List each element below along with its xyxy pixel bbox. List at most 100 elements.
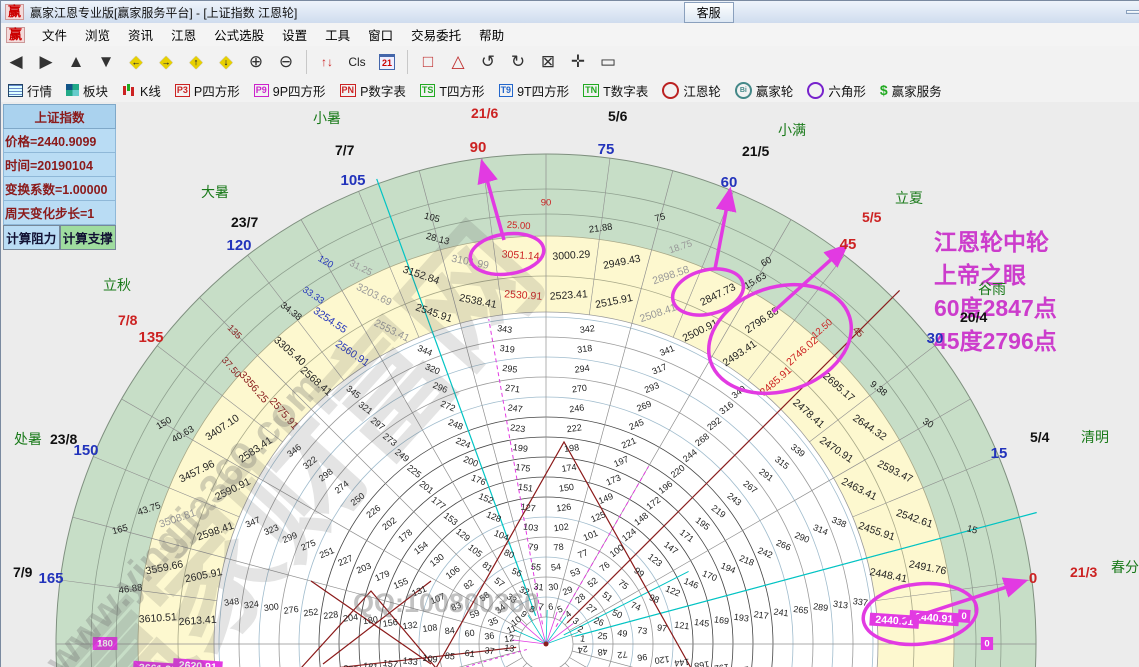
sectors-icon	[66, 84, 80, 96]
partial-right-button[interactable]	[1126, 10, 1139, 14]
zoom-out-icon[interactable]: ⊖	[272, 49, 300, 75]
cls-button[interactable]: Cls	[343, 49, 371, 75]
zoom-in-icon[interactable]: ⊕	[242, 49, 270, 75]
svg-text:228: 228	[323, 609, 339, 621]
solar-term: 大暑	[201, 184, 229, 200]
customer-service-button[interactable]: 客服	[683, 1, 734, 23]
svg-text:313: 313	[832, 599, 848, 611]
app-window: { "window": { "title": "赢家江恩专业版[赢家服务平台] …	[0, 0, 1139, 667]
menu-item-8[interactable]: 交易委托	[402, 23, 470, 46]
view-button-9t-square[interactable]: T9 9T四方形	[496, 80, 573, 101]
whiteboard-icon[interactable]: ▭	[594, 49, 622, 75]
outer-date: 7/8	[118, 312, 138, 328]
gann-wheel-chart[interactable]: 1 2 3 4 5 6 7 8 9 10 11 12 13 24 25 26 27 28 29 30 31 32 33 34 3…	[1, 102, 1139, 667]
svg-text:271: 271	[504, 383, 520, 395]
view-button-p-square[interactable]: P3 P四方形	[172, 80, 243, 101]
menu-item-9[interactable]: 帮助	[470, 23, 513, 46]
pan-up-icon[interactable]: ◆ ↑	[182, 49, 210, 75]
up-arrow-icon[interactable]: ▲	[62, 49, 90, 75]
solar-term: 春分	[1111, 559, 1139, 575]
view-button-winner-wheel[interactable]: Bi 赢家轮	[732, 80, 797, 101]
view-button-t-square[interactable]: TS T四方形	[417, 80, 488, 101]
menu-item-4[interactable]: 公式选股	[205, 23, 273, 46]
calendar-icon[interactable]: 21	[373, 49, 401, 75]
view-button-gann-wheel[interactable]: 江恩轮	[659, 80, 724, 101]
svg-text:222: 222	[566, 422, 582, 434]
panel-button-0[interactable]: 计算阻力	[3, 225, 60, 250]
svg-text:3000.29: 3000.29	[552, 248, 591, 262]
svg-text:241: 241	[773, 607, 789, 619]
solar-term: 谷雨	[978, 281, 1006, 297]
winner-wheel-label: 赢家轮	[755, 84, 794, 99]
view-button-t-table[interactable]: TN T数字表	[580, 80, 651, 101]
outer-date: 5/4	[1030, 429, 1050, 445]
toolbar-views: 行情 板块 K线 P3 P四方形 P9 9P四方形 PN P数字表 TS T四方形 T9 9T四方形 TN…	[1, 78, 1139, 103]
view-button-9p-square[interactable]: P9 9P四方形	[251, 80, 329, 101]
svg-text:145: 145	[694, 617, 710, 629]
svg-text:294: 294	[574, 363, 590, 375]
outer-date: 21/3	[1070, 564, 1097, 580]
pan-down-icon[interactable]: ◆ ↓	[212, 49, 240, 75]
svg-text:96: 96	[637, 652, 648, 663]
view-button-quotes[interactable]: 行情	[5, 80, 55, 101]
svg-text:30: 30	[548, 581, 559, 592]
menu-item-7[interactable]: 窗口	[359, 23, 402, 46]
outer-date: 23/7	[231, 214, 258, 230]
outer-date: 5/5	[862, 209, 882, 225]
expand-icon[interactable]: ✛	[564, 49, 592, 75]
gann-wheel-svg: 12345678910111213 24252627282930313233343…	[13, 105, 1139, 667]
svg-text:270: 270	[571, 383, 587, 395]
prev-arrow-icon[interactable]: ◀	[2, 49, 30, 75]
svg-text:54: 54	[550, 561, 561, 572]
svg-text:174: 174	[561, 462, 577, 474]
outer-date: 7/7	[335, 142, 355, 158]
menu-item-5[interactable]: 设置	[273, 23, 316, 46]
toolbar-separator	[407, 50, 408, 74]
gann-wheel-label: 江恩轮	[683, 84, 721, 99]
svg-text:318: 318	[577, 343, 593, 355]
view-button-sectors[interactable]: 板块	[63, 80, 111, 101]
toolbar-separator	[306, 50, 307, 74]
triangle-tool-icon[interactable]: △	[444, 49, 472, 75]
updown-marker-icon[interactable]: ↑↓	[313, 49, 341, 75]
panel-button-1[interactable]: 计算支撑	[59, 225, 116, 250]
rect-tool-icon[interactable]: □	[414, 49, 442, 75]
svg-text:0: 0	[984, 639, 989, 650]
solar-term: 小满	[778, 122, 806, 138]
pan-left-icon[interactable]: ◆ ←	[122, 49, 150, 75]
hexagon-icon	[807, 81, 825, 99]
svg-text:156: 156	[382, 617, 398, 629]
svg-text:247: 247	[507, 402, 523, 414]
view-button-winner-service[interactable]: $ 赢家服务	[877, 80, 945, 101]
t-square-icon: TS	[419, 83, 436, 97]
rotate-cw-icon[interactable]: ↻	[504, 49, 532, 75]
winner-service-label: 赢家服务	[891, 84, 942, 99]
svg-text:60: 60	[464, 628, 475, 639]
p-table-label: P数字表	[360, 84, 406, 99]
index-info-panel: 上证指数 价格=2440.9099 时间=20190104 变换系数=1.00000…	[3, 104, 116, 250]
boxed-x-icon[interactable]: ⊠	[534, 49, 562, 75]
outer-degree-105: 105	[340, 172, 365, 189]
view-button-kline[interactable]: K线	[119, 80, 164, 101]
index-name: 上证指数	[3, 104, 116, 129]
view-button-p-table[interactable]: PN P数字表	[337, 80, 409, 101]
menu-item-2[interactable]: 资讯	[119, 23, 162, 46]
svg-text:72: 72	[617, 649, 628, 660]
svg-text:97: 97	[656, 622, 667, 633]
annotation-line-3: 45度2796点	[934, 328, 1057, 354]
svg-text:246: 246	[569, 402, 585, 414]
view-button-hexagon[interactable]: 六角形	[804, 80, 869, 101]
outer-degree-30: 30	[927, 330, 944, 347]
menu-logo-icon: 赢	[6, 26, 26, 43]
outer-degree-60: 60	[721, 174, 738, 191]
panel-row-1: 时间=20190104	[3, 153, 116, 177]
menu-item-0[interactable]: 文件	[33, 23, 76, 46]
pan-right-icon[interactable]: ◆ →	[152, 49, 180, 75]
outer-date: 5/6	[608, 108, 628, 124]
rotate-ccw-icon[interactable]: ↺	[474, 49, 502, 75]
menu-item-1[interactable]: 浏览	[76, 23, 119, 46]
down-arrow-icon[interactable]: ▼	[92, 49, 120, 75]
menu-item-3[interactable]: 江恩	[162, 23, 205, 46]
menu-item-6[interactable]: 工具	[316, 23, 359, 46]
next-arrow-icon[interactable]: ▶	[32, 49, 60, 75]
